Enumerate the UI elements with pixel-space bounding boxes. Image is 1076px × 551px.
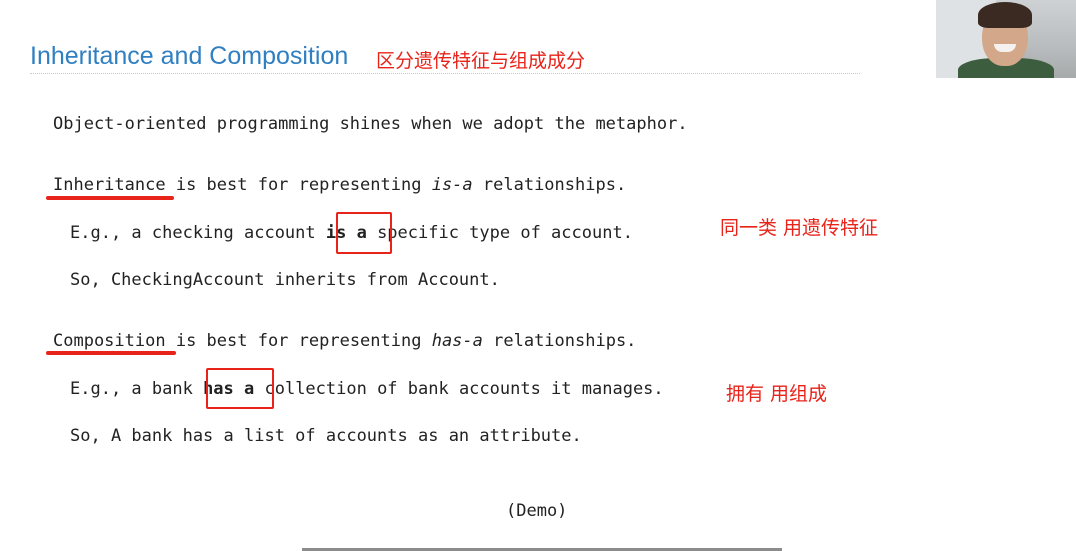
title-annotation: 区分遗传特征与组成成分	[376, 50, 586, 72]
inheritance-so-line: So, CheckingAccount inherits from Accoun…	[70, 270, 500, 290]
inheritance-text-before: is best for representing	[165, 175, 432, 195]
inheritance-example-after: specific type of account.	[366, 223, 633, 243]
inheritance-relation: is-a	[431, 175, 473, 195]
inheritance-underline	[46, 196, 174, 200]
composition-underline	[46, 351, 176, 355]
inheritance-annotation: 同一类 用遗传特征	[720, 217, 879, 239]
composition-text-before: is best for representing	[165, 331, 432, 351]
composition-so-line: So, A bank has a list of accounts as an …	[70, 426, 582, 446]
inheritance-text-after: relationships.	[472, 175, 627, 195]
composition-keyword-highlight	[206, 368, 274, 409]
composition-term: Composition	[53, 331, 166, 351]
composition-example-after: collection of bank accounts it manages.	[254, 379, 664, 399]
demo-label: (Demo)	[506, 501, 568, 521]
inheritance-term: Inheritance	[53, 175, 166, 195]
presenter-webcam	[936, 0, 1076, 78]
inheritance-statement: Inheritance is best for representing is-…	[53, 174, 626, 196]
composition-example-before: E.g., a bank	[70, 379, 204, 399]
composition-example: E.g., a bank has a collection of bank ac…	[70, 378, 664, 400]
title-divider	[30, 73, 860, 74]
inheritance-example-before: E.g., a checking account	[70, 223, 326, 243]
composition-annotation: 拥有 用组成	[726, 383, 828, 405]
composition-statement: Composition is best for representing has…	[53, 330, 636, 352]
composition-text-after: relationships.	[482, 331, 637, 351]
inheritance-keyword-highlight	[336, 212, 392, 254]
intro-text: Object-oriented programming shines when …	[53, 114, 688, 134]
slide-title: Inheritance and Composition	[30, 42, 349, 70]
composition-relation: has-a	[431, 331, 483, 351]
presenter-hair	[978, 2, 1032, 28]
